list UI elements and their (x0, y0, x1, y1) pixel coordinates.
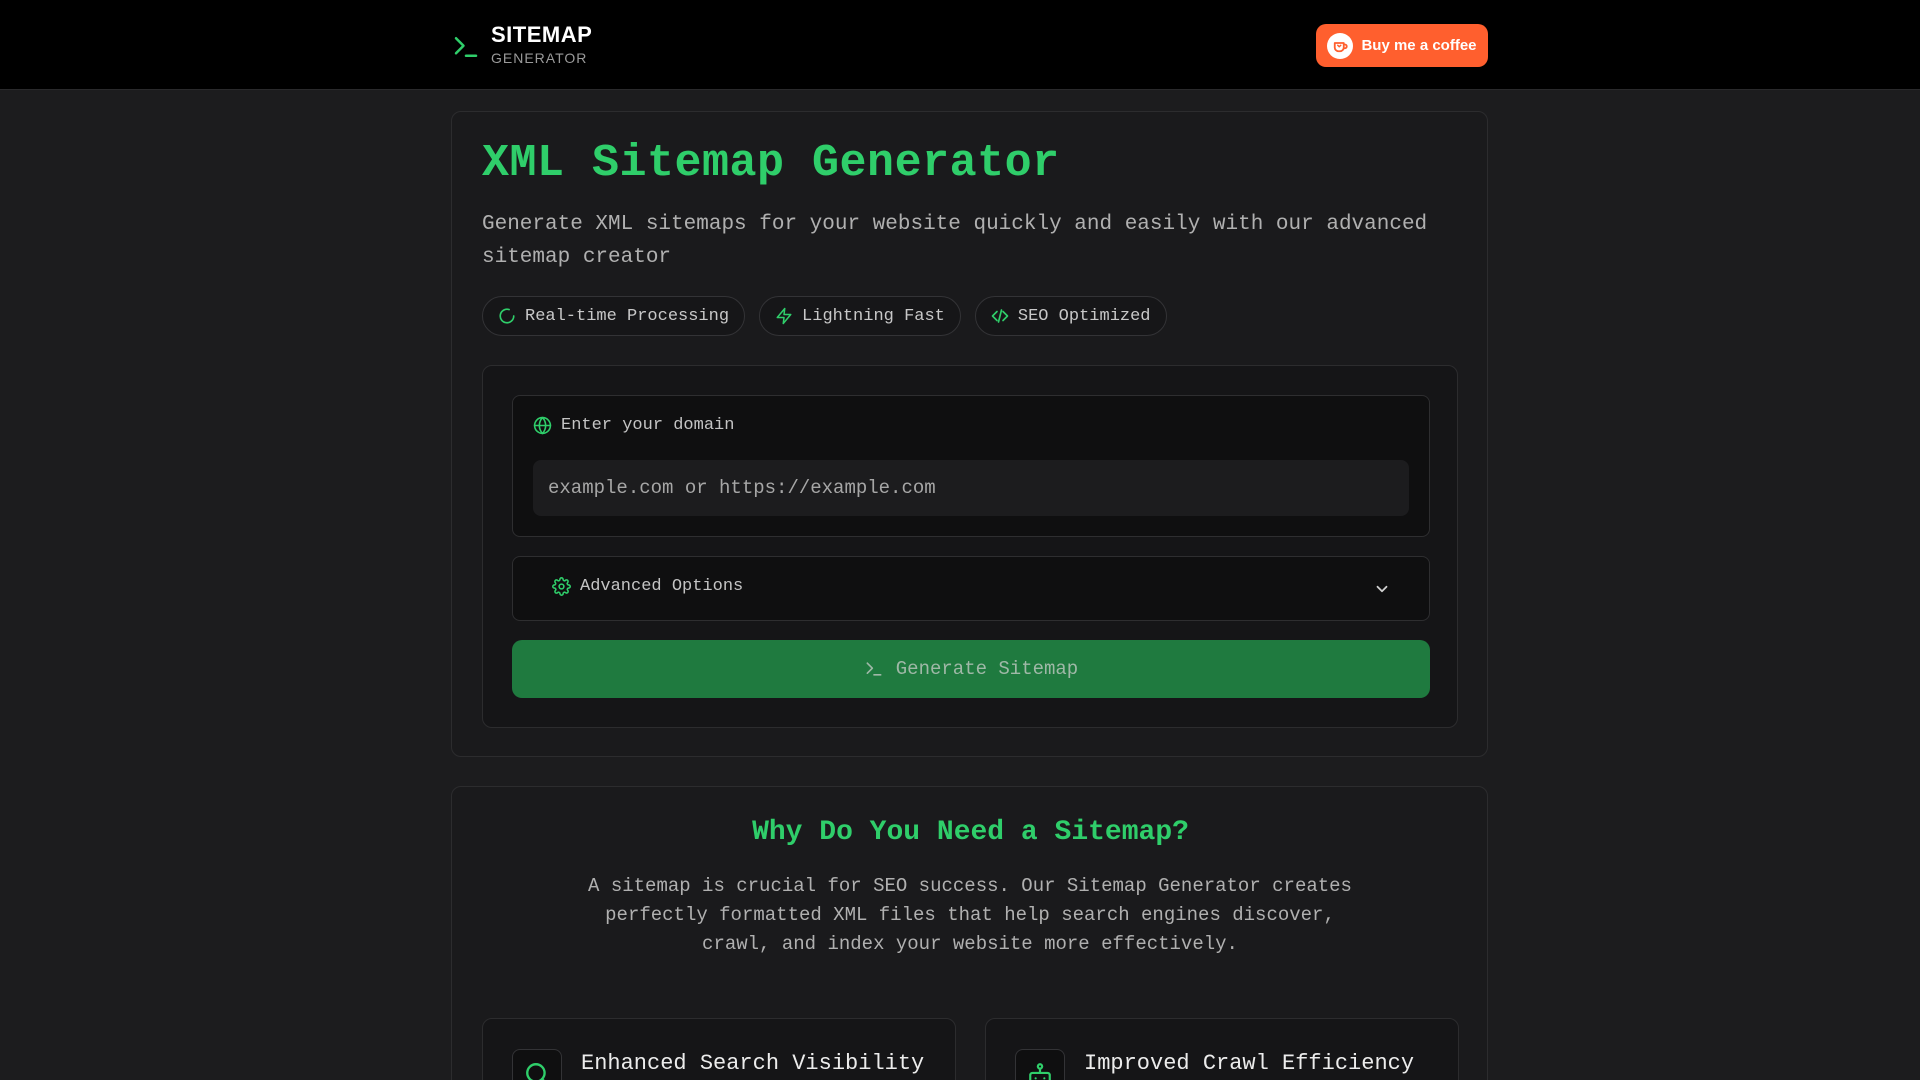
feature-badges: Real-time Processing Lightning Fast SEO … (482, 296, 1167, 336)
top-navbar: SITEMAP GENERATOR Buy me a coffee (0, 0, 1920, 90)
page-title: XML Sitemap Generator (482, 138, 1060, 189)
badge-lightning-fast: Lightning Fast (759, 296, 961, 336)
page-description: Generate XML sitemaps for your website q… (482, 213, 1428, 269)
terminal-icon (454, 37, 478, 57)
sitemap-form: Enter your domain Advanced Options Gener… (482, 365, 1458, 728)
badge-label: SEO Optimized (1017, 306, 1151, 326)
why-sitemap-section: Why Do You Need a Sitemap? A sitemap is … (451, 786, 1488, 1080)
feature-card-search-visibility: Enhanced Search Visibility (482, 1018, 956, 1080)
domain-input[interactable] (533, 460, 1409, 516)
coffee-cup-icon (1327, 32, 1354, 59)
feature-title: Improved Crawl Efficiency (1084, 1051, 1415, 1076)
advanced-options-text: Advanced Options (580, 577, 744, 596)
generate-button-label: Generate Sitemap (895, 658, 1079, 680)
advanced-options-toggle[interactable]: Advanced Options (512, 556, 1430, 621)
terminal-icon (866, 662, 882, 676)
badge-real-time-processing: Real-time Processing (482, 296, 746, 336)
loader-icon (499, 308, 515, 324)
domain-label: Enter your domain (533, 416, 734, 435)
badge-label: Lightning Fast (802, 306, 945, 326)
bot-icon (1029, 1063, 1051, 1080)
brand-logo[interactable]: SITEMAP GENERATOR (451, 22, 592, 66)
zap-icon (776, 307, 792, 325)
buy-me-a-coffee-button[interactable]: Buy me a coffee (1316, 24, 1488, 67)
domain-section: Enter your domain (512, 395, 1430, 537)
feature-icon-box (1015, 1049, 1065, 1080)
search-icon (526, 1063, 546, 1080)
brand-title: SITEMAP (491, 22, 593, 47)
section-title: Why Do You Need a Sitemap? (752, 817, 1189, 848)
feature-title: Enhanced Search Visibility (581, 1051, 925, 1076)
section-description: A sitemap is crucial for SEO success. Ou… (588, 875, 1352, 955)
brand-subtitle: GENERATOR (491, 50, 588, 66)
code-icon (991, 309, 1009, 323)
badge-label: Real-time Processing (525, 306, 730, 326)
feature-icon-box (512, 1049, 562, 1080)
globe-icon (533, 416, 552, 435)
feature-card-crawl-efficiency: Improved Crawl Efficiency (985, 1018, 1459, 1080)
chevron-down-icon (1376, 585, 1388, 593)
generate-sitemap-button[interactable]: Generate Sitemap (512, 640, 1430, 698)
domain-label-text: Enter your domain (561, 416, 735, 435)
coffee-button-label: Buy me a coffee (1361, 37, 1477, 54)
generator-card: XML Sitemap Generator Generate XML sitem… (451, 111, 1488, 757)
badge-seo-optimized: SEO Optimized (974, 296, 1167, 336)
advanced-options-label: Advanced Options (552, 577, 743, 596)
gear-icon (552, 577, 571, 596)
